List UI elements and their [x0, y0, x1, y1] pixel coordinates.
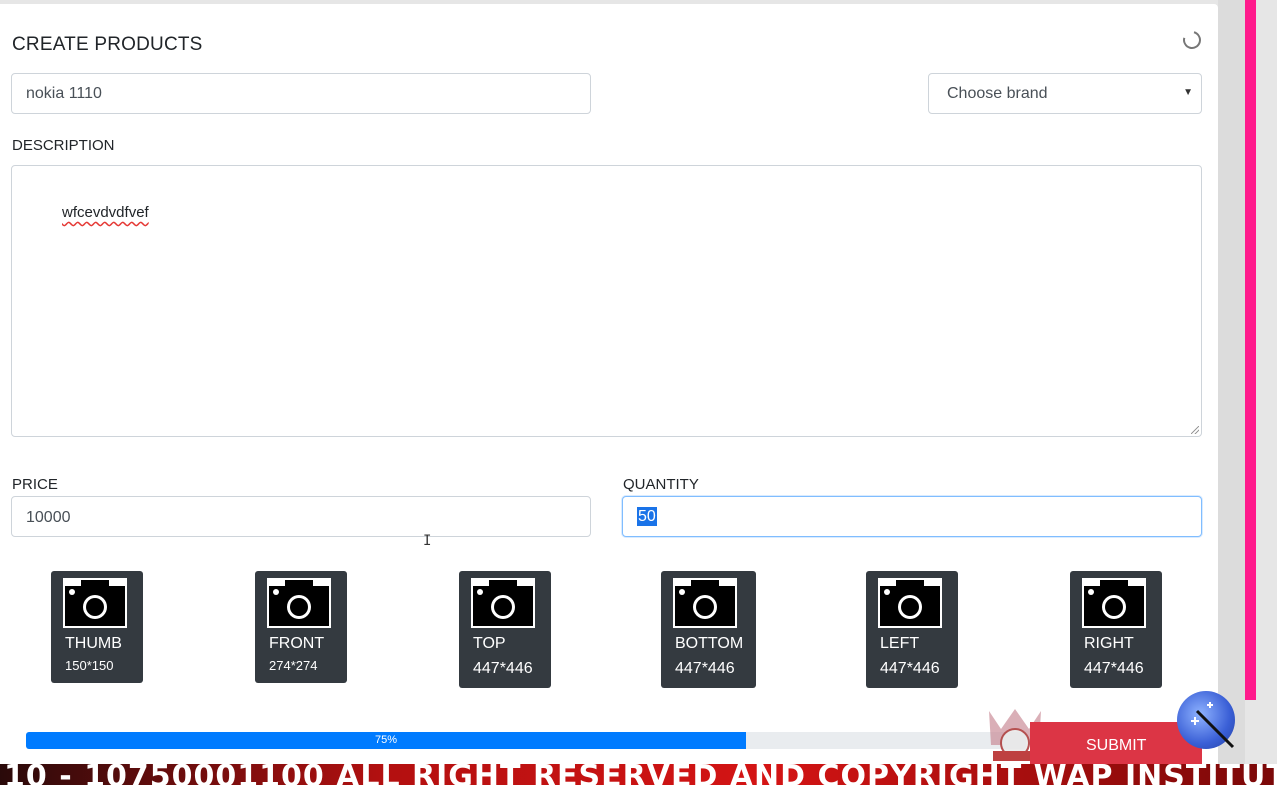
slot-dimensions: 150*150	[65, 658, 114, 673]
slot-label: BOTTOM	[675, 635, 744, 652]
camera-icon	[267, 578, 331, 628]
slot-dimensions: 447*446	[880, 660, 940, 677]
textarea-resize-handle[interactable]	[1191, 426, 1199, 434]
assistant-overlay-icon[interactable]	[1177, 691, 1235, 749]
copyright-banner: 10 - 10750001100 ALL RIGHT RESERVED AND …	[0, 764, 1277, 785]
slot-label: THUMB	[65, 635, 122, 652]
quantity-label: QUANTITY	[623, 476, 699, 493]
image-slot-top[interactable]: TOP 447*446	[459, 571, 551, 688]
slot-dimensions: 274*274	[269, 658, 318, 673]
page-title: CREATE PRODUCTS	[12, 34, 203, 55]
price-input[interactable]: 10000	[11, 496, 591, 537]
quantity-input[interactable]: 50	[622, 496, 1202, 537]
price-label: PRICE	[12, 476, 58, 493]
product-name-input[interactable]	[11, 73, 591, 114]
description-text: wfcevdvdfvef	[62, 204, 149, 221]
slot-label: FRONT	[269, 635, 325, 652]
slot-label: LEFT	[880, 635, 920, 652]
submit-label: SUBMIT	[1086, 737, 1147, 754]
price-value: 10000	[26, 509, 71, 526]
upload-progress-bar: 75%	[26, 732, 1026, 749]
slot-dimensions: 447*446	[1084, 660, 1144, 677]
image-slot-bottom[interactable]: BOTTOM 447*446	[661, 571, 756, 688]
description-textarea[interactable]: wfcevdvdfvef	[11, 165, 1202, 437]
copyright-banner-text: 10 - 10750001100 ALL RIGHT RESERVED AND …	[4, 764, 1277, 785]
image-slot-right[interactable]: RIGHT 447*446	[1070, 571, 1162, 688]
camera-icon	[878, 578, 942, 628]
right-gutter	[1218, 0, 1245, 785]
text-cursor-icon: I	[423, 533, 432, 549]
quantity-value: 50	[637, 507, 657, 526]
slot-label: TOP	[473, 635, 506, 652]
upload-progress-fill: 75%	[26, 732, 746, 749]
brand-select-value: Choose brand	[947, 85, 1048, 102]
camera-icon	[1082, 578, 1146, 628]
camera-icon	[471, 578, 535, 628]
brand-select[interactable]: Choose brand ▼	[928, 73, 1202, 114]
slot-label: RIGHT	[1084, 635, 1134, 652]
side-accent-bar	[1245, 0, 1256, 700]
image-slot-front[interactable]: FRONT 274*274	[255, 571, 347, 683]
image-slot-left[interactable]: LEFT 447*446	[866, 571, 958, 688]
camera-icon	[63, 578, 127, 628]
camera-icon	[673, 578, 737, 628]
dropdown-caret-icon: ▼	[1183, 87, 1193, 98]
slot-dimensions: 447*446	[675, 660, 735, 677]
description-label: DESCRIPTION	[12, 137, 115, 154]
slot-dimensions: 447*446	[473, 660, 533, 677]
image-slot-thumb[interactable]: THUMB 150*150	[51, 571, 143, 683]
